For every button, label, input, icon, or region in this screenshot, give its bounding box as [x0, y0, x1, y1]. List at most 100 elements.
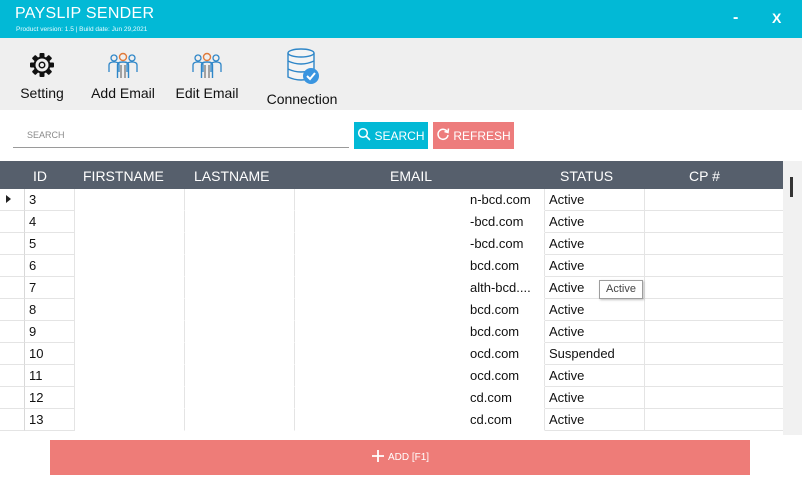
cell-status[interactable]: Active: [545, 299, 645, 321]
cell-lastname[interactable]: [185, 343, 295, 365]
edit-email-button[interactable]: Edit Email: [175, 38, 239, 110]
table-row[interactable]: 13 cd.com Active: [0, 409, 783, 431]
row-header[interactable]: [0, 277, 25, 299]
cell-firstname[interactable]: [75, 343, 185, 365]
cell-cp[interactable]: [645, 299, 783, 321]
cell-id[interactable]: 8: [25, 299, 75, 321]
table-row[interactable]: 9 bcd.com Active: [0, 321, 783, 343]
cell-cp[interactable]: [645, 387, 783, 409]
cell-cp[interactable]: [645, 211, 783, 233]
cell-status[interactable]: Active: [545, 409, 645, 431]
cell-firstname[interactable]: [75, 321, 185, 343]
vertical-scrollbar[interactable]: [783, 161, 802, 435]
table-row[interactable]: 6 bcd.com Active: [0, 255, 783, 277]
cell-id[interactable]: 4: [25, 211, 75, 233]
search-input[interactable]: [13, 122, 349, 147]
scrollbar-thumb[interactable]: [790, 177, 793, 197]
cell-lastname[interactable]: [185, 189, 295, 211]
refresh-button[interactable]: REFRESH: [433, 122, 514, 149]
cell-lastname[interactable]: [185, 255, 295, 277]
cell-cp[interactable]: [645, 255, 783, 277]
cell-id[interactable]: 6: [25, 255, 75, 277]
column-id[interactable]: ID: [33, 168, 47, 184]
cell-cp[interactable]: [645, 189, 783, 211]
close-button[interactable]: X: [772, 10, 781, 26]
cell-email[interactable]: bcd.com: [295, 299, 545, 321]
cell-lastname[interactable]: [185, 233, 295, 255]
row-header[interactable]: [0, 299, 25, 321]
cell-lastname[interactable]: [185, 277, 295, 299]
column-cp[interactable]: CP #: [689, 168, 720, 184]
add-button[interactable]: ADD [F1]: [50, 440, 750, 475]
cell-cp[interactable]: [645, 343, 783, 365]
cell-firstname[interactable]: [75, 299, 185, 321]
search-button[interactable]: SEARCH: [354, 122, 428, 149]
table-row[interactable]: 11 ocd.com Active: [0, 365, 783, 387]
cell-cp[interactable]: [645, 277, 783, 299]
cell-status[interactable]: Active: [545, 211, 645, 233]
cell-cp[interactable]: [645, 409, 783, 431]
cell-email[interactable]: ocd.com: [295, 365, 545, 387]
cell-firstname[interactable]: [75, 387, 185, 409]
cell-email[interactable]: cd.com: [295, 387, 545, 409]
table-row[interactable]: 7 alth-bcd.... Active: [0, 277, 783, 299]
cell-lastname[interactable]: [185, 387, 295, 409]
cell-email[interactable]: -bcd.com: [295, 233, 545, 255]
cell-status[interactable]: Active: [545, 233, 645, 255]
setting-button[interactable]: Setting: [18, 38, 66, 110]
cell-status[interactable]: Active: [545, 387, 645, 409]
minimize-button[interactable]: -: [733, 9, 738, 27]
column-email[interactable]: EMAIL: [390, 168, 432, 184]
cell-status[interactable]: Active: [545, 365, 645, 387]
cell-id[interactable]: 13: [25, 409, 75, 431]
cell-status[interactable]: Suspended: [545, 343, 645, 365]
cell-firstname[interactable]: [75, 277, 185, 299]
cell-firstname[interactable]: [75, 233, 185, 255]
row-header[interactable]: [0, 255, 25, 277]
table-row[interactable]: 4 -bcd.com Active: [0, 211, 783, 233]
column-status[interactable]: STATUS: [560, 168, 613, 184]
row-header[interactable]: [0, 387, 25, 409]
row-header[interactable]: [0, 365, 25, 387]
cell-firstname[interactable]: [75, 365, 185, 387]
cell-firstname[interactable]: [75, 255, 185, 277]
table-row[interactable]: 3 n-bcd.com Active: [0, 189, 783, 211]
row-header[interactable]: [0, 211, 25, 233]
cell-id[interactable]: 10: [25, 343, 75, 365]
cell-id[interactable]: 7: [25, 277, 75, 299]
cell-lastname[interactable]: [185, 211, 295, 233]
table-row[interactable]: 5 -bcd.com Active: [0, 233, 783, 255]
add-email-button[interactable]: Add Email: [90, 38, 156, 110]
cell-cp[interactable]: [645, 365, 783, 387]
cell-status[interactable]: Active: [545, 321, 645, 343]
cell-firstname[interactable]: [75, 211, 185, 233]
row-header[interactable]: [0, 409, 25, 431]
row-header[interactable]: [0, 233, 25, 255]
cell-email[interactable]: bcd.com: [295, 255, 545, 277]
cell-cp[interactable]: [645, 321, 783, 343]
cell-lastname[interactable]: [185, 365, 295, 387]
cell-cp[interactable]: [645, 233, 783, 255]
cell-email[interactable]: cd.com: [295, 409, 545, 431]
connection-button[interactable]: Connection: [264, 38, 340, 110]
table-row[interactable]: 8 bcd.com Active: [0, 299, 783, 321]
table-row[interactable]: 12 cd.com Active: [0, 387, 783, 409]
cell-email[interactable]: n-bcd.com: [295, 189, 545, 211]
row-header[interactable]: [0, 189, 25, 211]
cell-id[interactable]: 9: [25, 321, 75, 343]
cell-id[interactable]: 3: [25, 189, 75, 211]
column-firstname[interactable]: FIRSTNAME: [83, 168, 164, 184]
cell-id[interactable]: 12: [25, 387, 75, 409]
cell-email[interactable]: alth-bcd....: [295, 277, 545, 299]
cell-lastname[interactable]: [185, 409, 295, 431]
row-header[interactable]: [0, 343, 25, 365]
table-row[interactable]: 10 ocd.com Suspended: [0, 343, 783, 365]
cell-lastname[interactable]: [185, 321, 295, 343]
cell-email[interactable]: bcd.com: [295, 321, 545, 343]
cell-firstname[interactable]: [75, 189, 185, 211]
cell-email[interactable]: ocd.com: [295, 343, 545, 365]
row-header[interactable]: [0, 321, 25, 343]
cell-lastname[interactable]: [185, 299, 295, 321]
cell-status[interactable]: Active: [545, 189, 645, 211]
cell-firstname[interactable]: [75, 409, 185, 431]
